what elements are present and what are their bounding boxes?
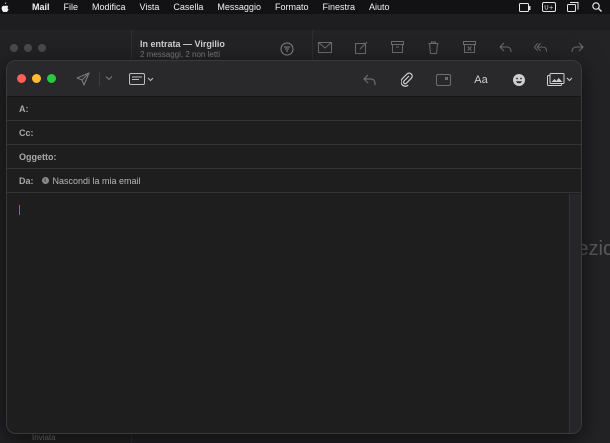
reply-icon[interactable] xyxy=(498,40,512,54)
forward-icon[interactable] xyxy=(570,40,584,54)
trash-icon[interactable] xyxy=(426,40,440,54)
mailbox-title: In entrata — Virgilio xyxy=(140,39,225,49)
from-row: Da: i Nascondi la mia email xyxy=(7,169,581,193)
main-toolbar xyxy=(318,40,584,54)
input-source-icon[interactable]: U+ xyxy=(542,2,556,12)
menu-app-mail[interactable]: Mail xyxy=(28,2,57,12)
compose-icon[interactable] xyxy=(354,40,368,54)
main-window-traffic-lights xyxy=(10,44,46,52)
filter-icon[interactable] xyxy=(280,42,294,56)
message-body[interactable] xyxy=(7,194,569,433)
cc-row: Cc: xyxy=(7,121,581,145)
compose-right-tools: Aa xyxy=(361,71,573,88)
menu-aiuto[interactable]: Aiuto xyxy=(362,2,397,12)
menubar-status-area: U+ xyxy=(518,0,604,14)
to-field[interactable] xyxy=(34,98,581,119)
attachment-icon[interactable] xyxy=(398,71,415,88)
junk-icon[interactable] xyxy=(462,40,476,54)
menu-messaggio[interactable]: Messaggio xyxy=(210,2,268,12)
format-font-button[interactable]: Aa xyxy=(472,71,490,88)
sidebar-item-sent[interactable]: Inviata xyxy=(32,433,56,442)
search-icon[interactable] xyxy=(590,2,604,12)
close-dot-inactive[interactable] xyxy=(10,44,18,52)
body-scrollbar[interactable] xyxy=(569,194,581,433)
apple-menu-icon[interactable] xyxy=(0,2,28,12)
minimize-dot-inactive[interactable] xyxy=(24,44,32,52)
input-source-label: U+ xyxy=(544,4,553,11)
header-fields-button[interactable] xyxy=(129,72,157,86)
markup-icon[interactable] xyxy=(435,71,452,88)
compose-window: Aa A: Cc: Oggetto: Da: i Nascondi la mia… xyxy=(6,60,582,434)
send-options-chevron-icon[interactable] xyxy=(105,74,115,84)
menu-modifica[interactable]: Modifica xyxy=(85,2,133,12)
mailbox-header: In entrata — Virgilio 2 messaggi, 2 non … xyxy=(140,39,225,59)
compose-header-fields: A: Cc: Oggetto: Da: i Nascondi la mia em… xyxy=(7,97,581,193)
menu-file[interactable]: File xyxy=(57,2,86,12)
reply-all-icon[interactable] xyxy=(534,40,548,54)
subject-field[interactable] xyxy=(62,146,581,167)
compose-toolbar: Aa xyxy=(7,61,581,97)
new-message-icon[interactable] xyxy=(318,40,332,54)
cc-field[interactable] xyxy=(39,122,581,143)
mailbox-subtitle: 2 messaggi, 2 non letti xyxy=(140,50,221,59)
close-button[interactable] xyxy=(17,74,26,83)
message-preview-peek: ezic xyxy=(577,238,610,260)
emoji-icon[interactable] xyxy=(510,71,527,88)
subject-row: Oggetto: xyxy=(7,145,581,169)
to-row: A: xyxy=(7,97,581,121)
menubar: Mail File Modifica Vista Casella Messagg… xyxy=(0,0,610,14)
from-value: Nascondi la mia email xyxy=(52,175,141,186)
text-cursor xyxy=(19,205,20,215)
cc-label: Cc: xyxy=(19,127,34,138)
window-switch-icon[interactable] xyxy=(566,2,580,12)
screen-mirroring-icon[interactable] xyxy=(518,2,532,12)
minimize-button[interactable] xyxy=(32,74,41,83)
archive-icon[interactable] xyxy=(390,40,404,54)
screen: Mail File Modifica Vista Casella Messagg… xyxy=(0,0,610,443)
chevron-down-icon xyxy=(147,77,154,81)
to-label: A: xyxy=(19,103,29,114)
from-selector[interactable]: i Nascondi la mia email xyxy=(41,175,141,186)
send-icon[interactable] xyxy=(75,71,91,87)
zoom-button[interactable] xyxy=(47,74,56,83)
photo-browser-icon[interactable] xyxy=(547,71,573,88)
zoom-dot-inactive[interactable] xyxy=(38,44,46,52)
menu-formato[interactable]: Formato xyxy=(268,2,316,12)
reply-icon[interactable] xyxy=(361,71,378,88)
menu-finestra[interactable]: Finestra xyxy=(315,2,362,12)
header-fields-icon xyxy=(129,73,145,85)
subject-label: Oggetto: xyxy=(19,151,57,162)
compose-traffic-lights xyxy=(17,74,56,83)
from-label: Da: xyxy=(19,175,34,186)
toolbar-separator xyxy=(99,72,100,86)
menu-casella[interactable]: Casella xyxy=(166,2,210,12)
info-icon: i xyxy=(41,177,49,184)
menu-vista[interactable]: Vista xyxy=(133,2,167,12)
